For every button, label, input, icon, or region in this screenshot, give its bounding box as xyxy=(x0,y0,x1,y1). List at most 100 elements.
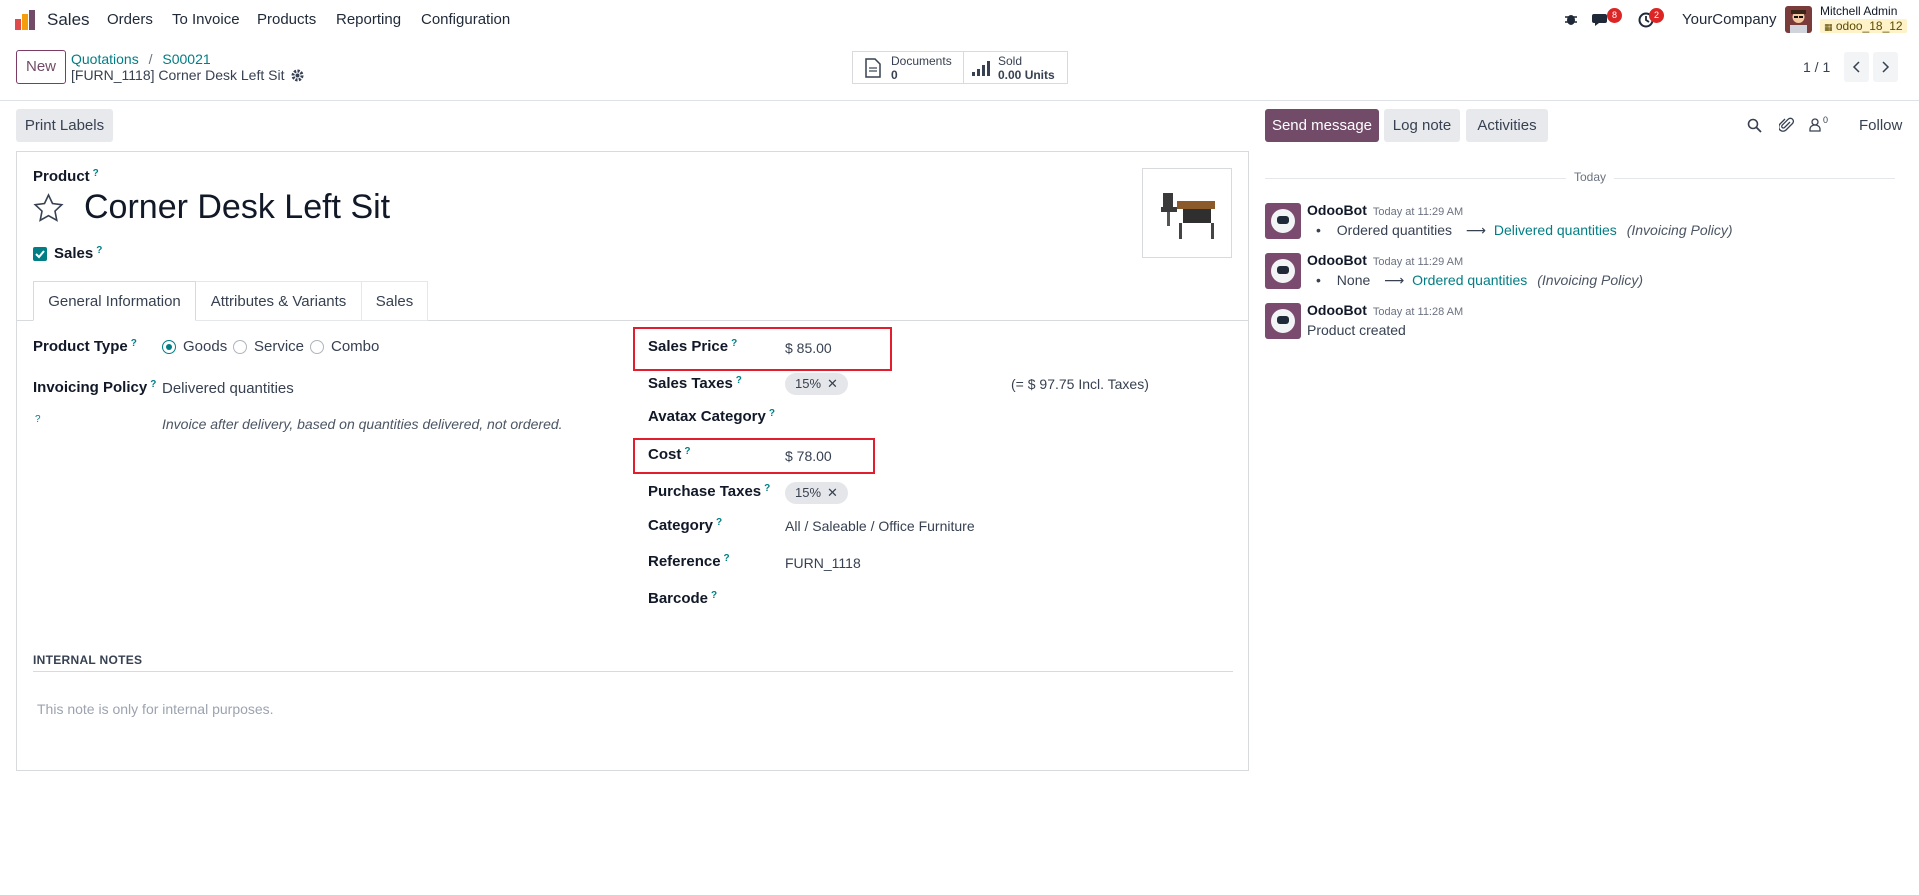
db-name: odoo_18_12 xyxy=(1835,19,1903,33)
breadcrumb: Quotations / S00021 xyxy=(71,51,211,67)
help-tooltip-icon[interactable]: ? xyxy=(684,446,690,457)
sold-chart-icon xyxy=(972,60,992,76)
menu-to-invoice[interactable]: To Invoice xyxy=(172,11,240,28)
document-icon xyxy=(865,58,881,78)
internal-notes-textarea[interactable]: This note is only for internal purposes. xyxy=(37,701,274,717)
help-tooltip-icon[interactable]: ? xyxy=(131,338,137,349)
paperclip-icon[interactable] xyxy=(1779,117,1794,133)
help-tooltip-icon[interactable]: ? xyxy=(711,590,717,601)
message-header: OdooBot Today at 11:29 AM xyxy=(1307,202,1463,219)
message-author[interactable]: OdooBot xyxy=(1307,252,1367,268)
menu-configuration[interactable]: Configuration xyxy=(421,11,510,28)
help-tooltip-icon[interactable]: ? xyxy=(731,338,737,349)
purchase-tax-tag[interactable]: 15% ✕ xyxy=(785,482,848,504)
odoobot-avatar[interactable] xyxy=(1265,303,1301,339)
menu-products[interactable]: Products xyxy=(257,11,316,28)
documents-stat-value: 0 xyxy=(891,68,898,82)
remove-tag-icon[interactable]: ✕ xyxy=(827,485,838,500)
bullet: • xyxy=(1316,272,1321,288)
purchase-taxes-label: Purchase Taxes? xyxy=(648,483,771,500)
tracking-old-value: Ordered quantities xyxy=(1336,222,1452,238)
pager-previous-button[interactable] xyxy=(1844,52,1869,82)
help-tooltip-icon[interactable]: ? xyxy=(150,379,156,390)
date-separator: Today xyxy=(1566,170,1615,184)
barcode-label: Barcode? xyxy=(648,590,718,607)
tracking-new-value: Delivered quantities xyxy=(1493,222,1617,238)
product-image[interactable] xyxy=(1142,168,1232,258)
log-note-button[interactable]: Log note xyxy=(1384,109,1460,142)
send-message-button[interactable]: Send message xyxy=(1265,109,1379,142)
user-avatar[interactable] xyxy=(1785,6,1812,33)
print-labels-button[interactable]: Print Labels xyxy=(16,109,113,142)
menu-reporting[interactable]: Reporting xyxy=(336,11,401,28)
documents-stat-label: Documents xyxy=(891,54,952,68)
sales-taxes-label: Sales Taxes? xyxy=(648,375,742,392)
help-tooltip-icon[interactable]: ? xyxy=(724,553,730,564)
product-type-service-label[interactable]: Service xyxy=(254,338,304,355)
category-select[interactable]: All / Saleable / Office Furniture xyxy=(785,518,975,534)
help-tooltip-icon[interactable]: ? xyxy=(764,483,770,494)
user-name[interactable]: Mitchell Admin xyxy=(1820,4,1897,18)
product-label: Product? xyxy=(33,168,99,185)
product-type-goods-label[interactable]: Goods xyxy=(183,338,227,355)
message-time: Today at 11:29 AM xyxy=(1372,206,1464,218)
odoobot-avatar[interactable] xyxy=(1265,203,1301,239)
help-tooltip-icon[interactable]: ? xyxy=(35,414,41,425)
internal-notes-heading: INTERNAL NOTES xyxy=(33,653,143,667)
help-tooltip-icon[interactable]: ? xyxy=(769,408,775,419)
apps-menu-icon[interactable] xyxy=(14,9,36,31)
product-type-combo-radio[interactable] xyxy=(310,340,324,354)
sales-price-label: Sales Price? xyxy=(648,338,738,355)
product-name-input[interactable]: Corner Desk Left Sit xyxy=(84,188,390,227)
sales-tax-tag[interactable]: 15% ✕ xyxy=(785,373,848,395)
help-tooltip-icon[interactable]: ? xyxy=(716,517,722,528)
followers-icon[interactable] xyxy=(1809,118,1821,132)
category-label: Category? xyxy=(648,517,723,534)
search-icon[interactable] xyxy=(1747,118,1762,133)
tracking-new-value: Ordered quantities xyxy=(1412,272,1528,288)
tracking-field-name: (Invoicing Policy) xyxy=(1626,222,1733,238)
invoicing-policy-select[interactable]: Delivered quantities xyxy=(162,380,294,397)
pager-value[interactable]: 1 / 1 xyxy=(1803,59,1830,75)
product-type-service-radio[interactable] xyxy=(233,340,247,354)
app-name[interactable]: Sales xyxy=(47,10,90,30)
activities-button[interactable]: Activities xyxy=(1466,109,1548,142)
invoicing-policy-label: Invoicing Policy? xyxy=(33,379,157,396)
help-tooltip-icon[interactable]: ? xyxy=(96,245,102,256)
arrow-right-icon: ⟶ xyxy=(1465,222,1486,238)
help-tooltip-icon[interactable]: ? xyxy=(736,375,742,386)
menu-orders[interactable]: Orders xyxy=(107,11,153,28)
message-header: OdooBot Today at 11:29 AM xyxy=(1307,252,1463,269)
avatax-category-label: Avatax Category? xyxy=(648,408,775,425)
message-author[interactable]: OdooBot xyxy=(1307,302,1367,318)
follow-button[interactable]: Follow xyxy=(1859,117,1902,134)
product-type-label: Product Type? xyxy=(33,338,137,355)
documents-stat-button[interactable]: Documents 0 xyxy=(852,51,964,84)
product-type-goods-radio[interactable] xyxy=(162,340,176,354)
breadcrumb-separator: / xyxy=(148,51,153,67)
company-switcher[interactable]: YourCompany xyxy=(1682,11,1777,28)
tab-attributes-variants[interactable]: Attributes & Variants xyxy=(196,281,362,321)
breadcrumb-order[interactable]: S00021 xyxy=(162,51,210,67)
barcode-input[interactable] xyxy=(785,588,985,610)
tracking-value-change: • Ordered quantities ⟶ Delivered quantit… xyxy=(1316,222,1733,239)
remove-tag-icon[interactable]: ✕ xyxy=(827,376,838,391)
message-author[interactable]: OdooBot xyxy=(1307,202,1367,218)
debug-icon[interactable] xyxy=(1564,12,1578,26)
pager-next-button[interactable] xyxy=(1873,52,1898,82)
cost-input[interactable]: $ 78.00 xyxy=(785,448,832,464)
favorite-star-icon[interactable] xyxy=(33,193,64,223)
record-settings-gear-icon[interactable] xyxy=(291,69,304,82)
sales-checkbox[interactable] xyxy=(33,247,47,261)
tab-sales[interactable]: Sales xyxy=(362,281,428,321)
sales-price-input[interactable]: $ 85.00 xyxy=(785,340,832,356)
product-type-combo-label[interactable]: Combo xyxy=(331,338,379,355)
sold-stat-button[interactable]: Sold 0.00 Units xyxy=(963,51,1068,84)
odoobot-avatar[interactable] xyxy=(1265,253,1301,289)
breadcrumb-quotations[interactable]: Quotations xyxy=(71,51,139,67)
reference-input[interactable]: FURN_1118 xyxy=(785,555,861,571)
new-button[interactable]: New xyxy=(16,50,66,84)
message-body: Product created xyxy=(1307,322,1406,338)
tab-general-information[interactable]: General Information xyxy=(33,281,196,321)
help-tooltip-icon[interactable]: ? xyxy=(93,168,99,179)
